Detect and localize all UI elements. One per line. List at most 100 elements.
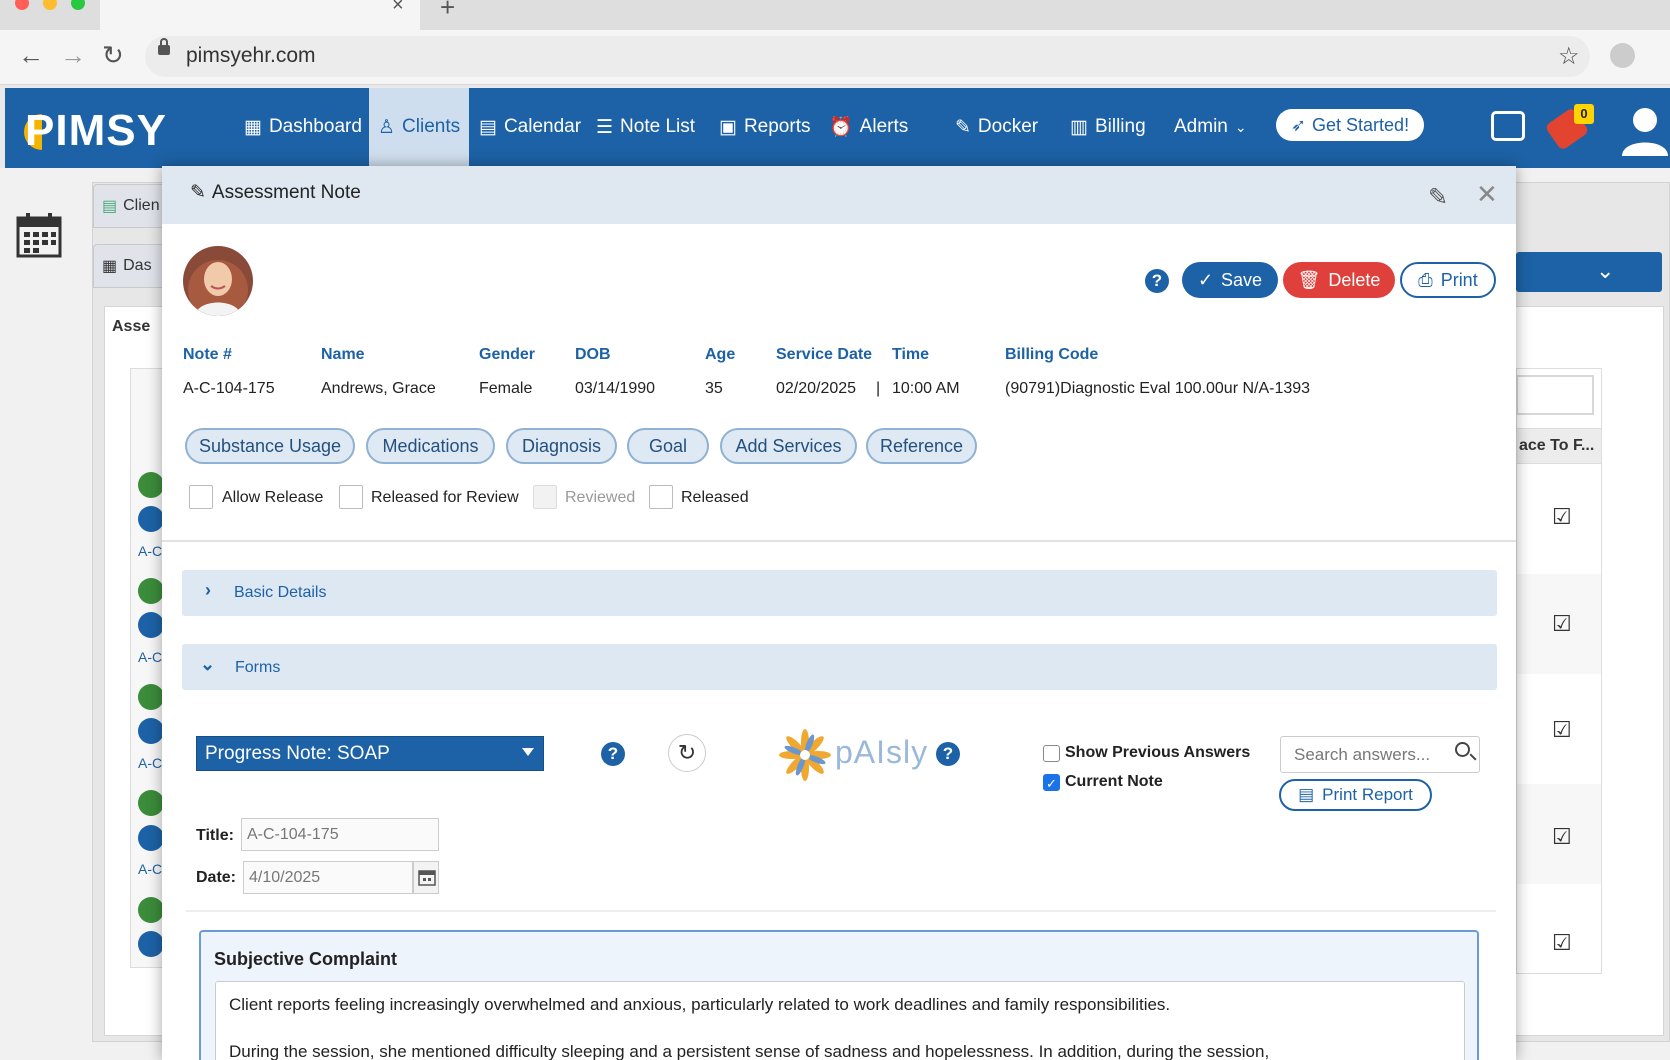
nav-reports[interactable]: ▣ Reports	[719, 112, 810, 142]
search-answers-input[interactable]: Search answers...	[1280, 736, 1480, 773]
browser-tab[interactable]	[100, 0, 420, 30]
dashboard-icon: ▦	[244, 116, 262, 138]
close-icon[interactable]: ✕	[1476, 179, 1498, 210]
help-icon[interactable]: ?	[936, 742, 960, 766]
label-age: Age	[705, 346, 736, 363]
document-icon[interactable]	[138, 506, 164, 532]
nav-note-list[interactable]: ☰ Note List	[596, 112, 695, 142]
nav-calendar[interactable]: ▤ Calendar	[479, 112, 581, 142]
help-icon[interactable]: ?	[601, 742, 625, 766]
print-report-label: Print Report	[1322, 785, 1413, 804]
document-icon[interactable]	[138, 718, 164, 744]
checked-box-icon[interactable]: ☑	[1552, 719, 1574, 741]
print-report-button[interactable]: ▤ Print Report	[1279, 779, 1432, 811]
background-filter-input[interactable]	[1516, 375, 1594, 415]
pimsy-logo[interactable]: PIMSY	[25, 106, 167, 156]
get-started-button[interactable]: ➶ Get Started!	[1276, 109, 1424, 141]
bg-tab-label: Clien	[123, 197, 160, 214]
save-button[interactable]: ✓ Save	[1182, 262, 1278, 298]
chat-icon[interactable]	[1491, 111, 1525, 141]
nav-label: Reports	[743, 116, 811, 137]
pin-icon: ✎	[955, 116, 971, 138]
forms-label[interactable]: Forms	[235, 659, 280, 677]
basic-details-section[interactable]	[182, 570, 1497, 616]
document-icon[interactable]	[138, 825, 164, 851]
user-avatar-icon[interactable]	[1620, 102, 1670, 156]
save-label: Save	[1221, 269, 1263, 290]
help-icon[interactable]: ?	[1145, 269, 1169, 293]
browser-menu-icon[interactable]: ⋮	[1660, 42, 1670, 71]
search-icon[interactable]	[1455, 742, 1470, 757]
bg-tab-clients[interactable]: ▤ Clien	[93, 184, 173, 228]
subjective-complaint-textarea[interactable]: Client reports feeling increasingly over…	[215, 981, 1465, 1060]
tab-close-icon[interactable]: ×	[392, 0, 404, 17]
nav-billing[interactable]: ▥ Billing	[1070, 112, 1146, 142]
reference-button[interactable]: Reference	[866, 428, 977, 464]
nav-dashboard[interactable]: ▦ Dashboard	[244, 112, 362, 142]
paisly-wordmark[interactable]: pAIsly	[835, 734, 928, 771]
title-label: Title:	[196, 827, 234, 844]
label-time: Time	[892, 346, 930, 363]
nav-label: Alerts	[859, 116, 909, 137]
edit-icon[interactable]	[138, 897, 164, 923]
title-field[interactable]: A-C-104-175	[241, 818, 439, 851]
nav-clients[interactable]: ♙ Clients	[378, 112, 460, 142]
print-button[interactable]: ⎙ Print	[1400, 262, 1496, 298]
checked-box-icon[interactable]: ☑	[1552, 506, 1574, 528]
url-text[interactable]: pimsyehr.com	[186, 44, 316, 68]
nav-docker[interactable]: ✎ Docker	[955, 112, 1038, 142]
address-bar[interactable]	[145, 36, 1590, 77]
released-label: Released	[681, 489, 749, 506]
show-previous-answers-label: Show Previous Answers	[1065, 744, 1251, 761]
nav-alerts[interactable]: ⏰ Alerts	[829, 112, 908, 142]
client-avatar	[183, 246, 253, 316]
form-template-select[interactable]: Progress Note: SOAP	[196, 736, 544, 771]
bg-inner-tab[interactable]: Asse	[112, 318, 150, 336]
allow-release-checkbox[interactable]	[189, 485, 213, 509]
calendar-side-icon[interactable]	[15, 211, 63, 259]
chevron-down-icon[interactable]: ⌄	[200, 654, 215, 675]
reload-icon[interactable]: ↻	[102, 40, 124, 71]
chevron-right-icon[interactable]: ›	[205, 580, 211, 601]
back-icon[interactable]: ←	[18, 40, 44, 71]
bg-tab-dashboard[interactable]: ▦ Das	[93, 244, 173, 288]
profile-avatar-icon[interactable]	[1610, 43, 1635, 68]
document-icon[interactable]	[138, 931, 164, 957]
add-services-button[interactable]: Add Services	[720, 428, 857, 464]
date-picker-icon[interactable]	[413, 861, 439, 894]
bookmark-star-icon[interactable]: ☆	[1558, 42, 1580, 71]
value-service-date: 02/20/2025	[776, 380, 857, 397]
checked-box-icon[interactable]: ☑	[1552, 613, 1574, 635]
checked-box-icon[interactable]: ☑	[1552, 932, 1574, 954]
reviewed-checkbox[interactable]	[533, 485, 557, 509]
released-checkbox[interactable]	[649, 485, 673, 509]
forward-icon[interactable]: →	[60, 40, 86, 71]
diagnosis-button[interactable]: Diagnosis	[506, 428, 617, 464]
basic-details-label[interactable]: Basic Details	[234, 584, 326, 602]
nav-admin[interactable]: Admin ⌄	[1174, 112, 1247, 142]
pin-icon[interactable]: ✎	[1428, 183, 1448, 212]
background-column-header[interactable]: ace To F...	[1516, 428, 1602, 464]
medications-button[interactable]: Medications	[366, 428, 495, 464]
date-field[interactable]: 4/10/2025	[243, 861, 413, 894]
current-note-checkbox[interactable]: ✓	[1043, 774, 1060, 791]
forms-section[interactable]	[182, 644, 1497, 690]
chevron-down-icon[interactable]: ⌄	[1596, 258, 1614, 284]
substance-usage-button[interactable]: Substance Usage	[185, 428, 355, 464]
background-dropdown[interactable]	[1516, 252, 1662, 292]
goal-button[interactable]: Goal	[627, 428, 709, 464]
edit-icon[interactable]	[138, 578, 164, 604]
edit-icon[interactable]	[138, 790, 164, 816]
edit-icon[interactable]	[138, 684, 164, 710]
delete-button[interactable]: 🗑 Delete	[1283, 262, 1395, 298]
new-tab-icon[interactable]: +	[440, 0, 455, 23]
document-icon[interactable]	[138, 612, 164, 638]
checked-box-icon[interactable]: ☑	[1552, 826, 1574, 848]
refresh-button[interactable]: ↻	[668, 734, 706, 772]
show-previous-answers-checkbox[interactable]	[1043, 745, 1060, 762]
billing-icon: ▥	[1070, 116, 1088, 138]
subjective-complaint-title: Subjective Complaint	[214, 949, 398, 969]
released-for-review-checkbox[interactable]	[339, 485, 363, 509]
label-billing-code: Billing Code	[1005, 346, 1099, 363]
edit-icon[interactable]	[138, 472, 164, 498]
